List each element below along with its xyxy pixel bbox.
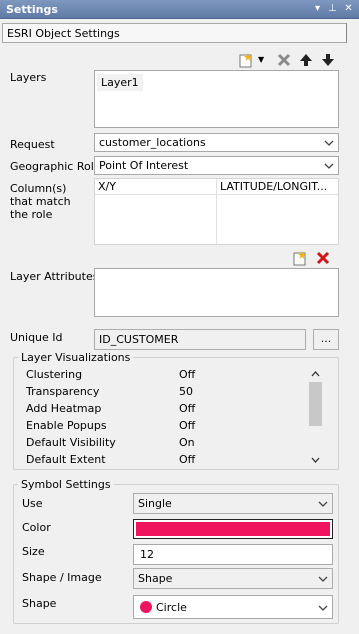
- panel-titlebar: Settings ▾ ⊥ ✕: [0, 0, 359, 19]
- unique-id-value: ID_CUSTOMER: [99, 333, 179, 346]
- table-row[interactable]: Enable Popups Off: [22, 417, 307, 434]
- chevron-down-icon: [324, 163, 334, 169]
- scrollbar-thumb[interactable]: [309, 382, 322, 426]
- row-value: Off: [179, 419, 196, 432]
- chevron-down-icon: [318, 576, 328, 582]
- column-left-value: X/Y: [98, 180, 116, 193]
- panel-title: Settings: [6, 3, 58, 16]
- chevron-down-icon: [324, 140, 334, 146]
- shape-image-label: Shape / Image: [22, 571, 102, 584]
- row-value: Off: [179, 453, 196, 466]
- row-name: Add Heatmap: [26, 402, 102, 415]
- columns-grid[interactable]: X/Y LATITUDE/LONGIT...: [94, 178, 339, 245]
- divider: [216, 195, 217, 244]
- move-up-icon[interactable]: [298, 52, 314, 68]
- visualization-grid[interactable]: Clustering Off Transparency 50 Add Heatmap…: [22, 366, 307, 468]
- table-row[interactable]: Clustering Off: [22, 366, 307, 383]
- color-label: Color: [22, 521, 51, 534]
- shape-value: Circle: [156, 601, 187, 614]
- chevron-down-icon[interactable]: ▼: [258, 55, 264, 64]
- layer-attributes-label: Layer Attributes: [10, 270, 99, 283]
- unique-id-field[interactable]: ID_CUSTOMER: [94, 329, 306, 350]
- add-attribute-icon[interactable]: [292, 250, 308, 266]
- row-name: Enable Popups: [26, 419, 107, 432]
- divider: [346, 23, 347, 43]
- shape-dropdown[interactable]: Circle: [133, 595, 333, 619]
- delete-layer-icon[interactable]: [276, 52, 292, 68]
- layer-item-label: Layer1: [101, 76, 139, 89]
- scroll-up-icon[interactable]: [311, 370, 320, 377]
- shape-image-dropdown[interactable]: Shape: [133, 568, 333, 589]
- object-settings-bar[interactable]: ESRI Object Settings: [2, 23, 347, 43]
- use-value: Single: [138, 497, 172, 510]
- row-value: On: [179, 436, 195, 449]
- browse-button[interactable]: ...: [313, 329, 339, 350]
- color-picker[interactable]: [133, 519, 333, 539]
- pin-icon[interactable]: ⊥: [326, 2, 339, 16]
- chevron-down-icon: [318, 605, 328, 611]
- column-right-value: LATITUDE/LONGIT...: [220, 180, 328, 193]
- table-cell[interactable]: LATITUDE/LONGIT...: [217, 179, 338, 195]
- dropdown-icon[interactable]: ▾: [311, 2, 324, 16]
- request-value: customer_locations: [99, 136, 206, 149]
- shape-image-value: Shape: [138, 572, 173, 585]
- row-name: Clustering: [26, 368, 83, 381]
- size-label: Size: [22, 545, 45, 558]
- use-dropdown[interactable]: Single: [133, 493, 333, 514]
- delete-attribute-icon[interactable]: [315, 250, 331, 266]
- row-name: Default Visibility: [26, 436, 116, 449]
- layer-visualizations-title: Layer Visualizations: [18, 351, 134, 364]
- chevron-down-icon: [318, 501, 328, 507]
- layers-list[interactable]: Layer1: [94, 70, 339, 128]
- table-row[interactable]: Add Heatmap Off: [22, 400, 307, 417]
- table-row[interactable]: Transparency 50: [22, 383, 307, 400]
- size-input[interactable]: 12: [133, 544, 333, 565]
- scrollbar[interactable]: [308, 366, 323, 468]
- table-row[interactable]: Default Visibility On: [22, 434, 307, 451]
- geo-role-dropdown[interactable]: Point Of Interest: [94, 156, 339, 175]
- close-icon[interactable]: ✕: [342, 2, 355, 16]
- row-value: Off: [179, 368, 196, 381]
- size-value: 12: [140, 548, 154, 561]
- object-settings-label: ESRI Object Settings: [7, 27, 120, 40]
- row-value: 50: [179, 385, 193, 398]
- list-item[interactable]: Layer1: [97, 74, 143, 91]
- unique-id-label: Unique Id: [10, 331, 63, 344]
- row-name: Default Extent: [26, 453, 106, 466]
- columns-label: Column(s) that match the role: [10, 182, 71, 221]
- use-label: Use: [22, 497, 43, 510]
- shape-label: Shape: [22, 597, 57, 610]
- layer-attributes-list[interactable]: [94, 268, 339, 317]
- scroll-down-icon[interactable]: [311, 457, 320, 464]
- move-down-icon[interactable]: [320, 52, 336, 68]
- geo-role-value: Point Of Interest: [99, 159, 189, 172]
- geo-role-label: Geographic Role: [10, 160, 101, 173]
- color-swatch: [136, 522, 330, 536]
- request-label: Request: [10, 138, 55, 151]
- row-name: Transparency: [26, 385, 100, 398]
- table-cell[interactable]: X/Y: [95, 179, 217, 195]
- new-layer-icon[interactable]: [238, 52, 254, 68]
- request-dropdown[interactable]: customer_locations: [94, 133, 339, 152]
- table-row[interactable]: Default Extent Off: [22, 451, 307, 468]
- layers-label: Layers: [10, 71, 47, 84]
- circle-icon: [140, 601, 152, 613]
- symbol-settings-title: Symbol Settings: [18, 478, 114, 491]
- row-value: Off: [179, 402, 196, 415]
